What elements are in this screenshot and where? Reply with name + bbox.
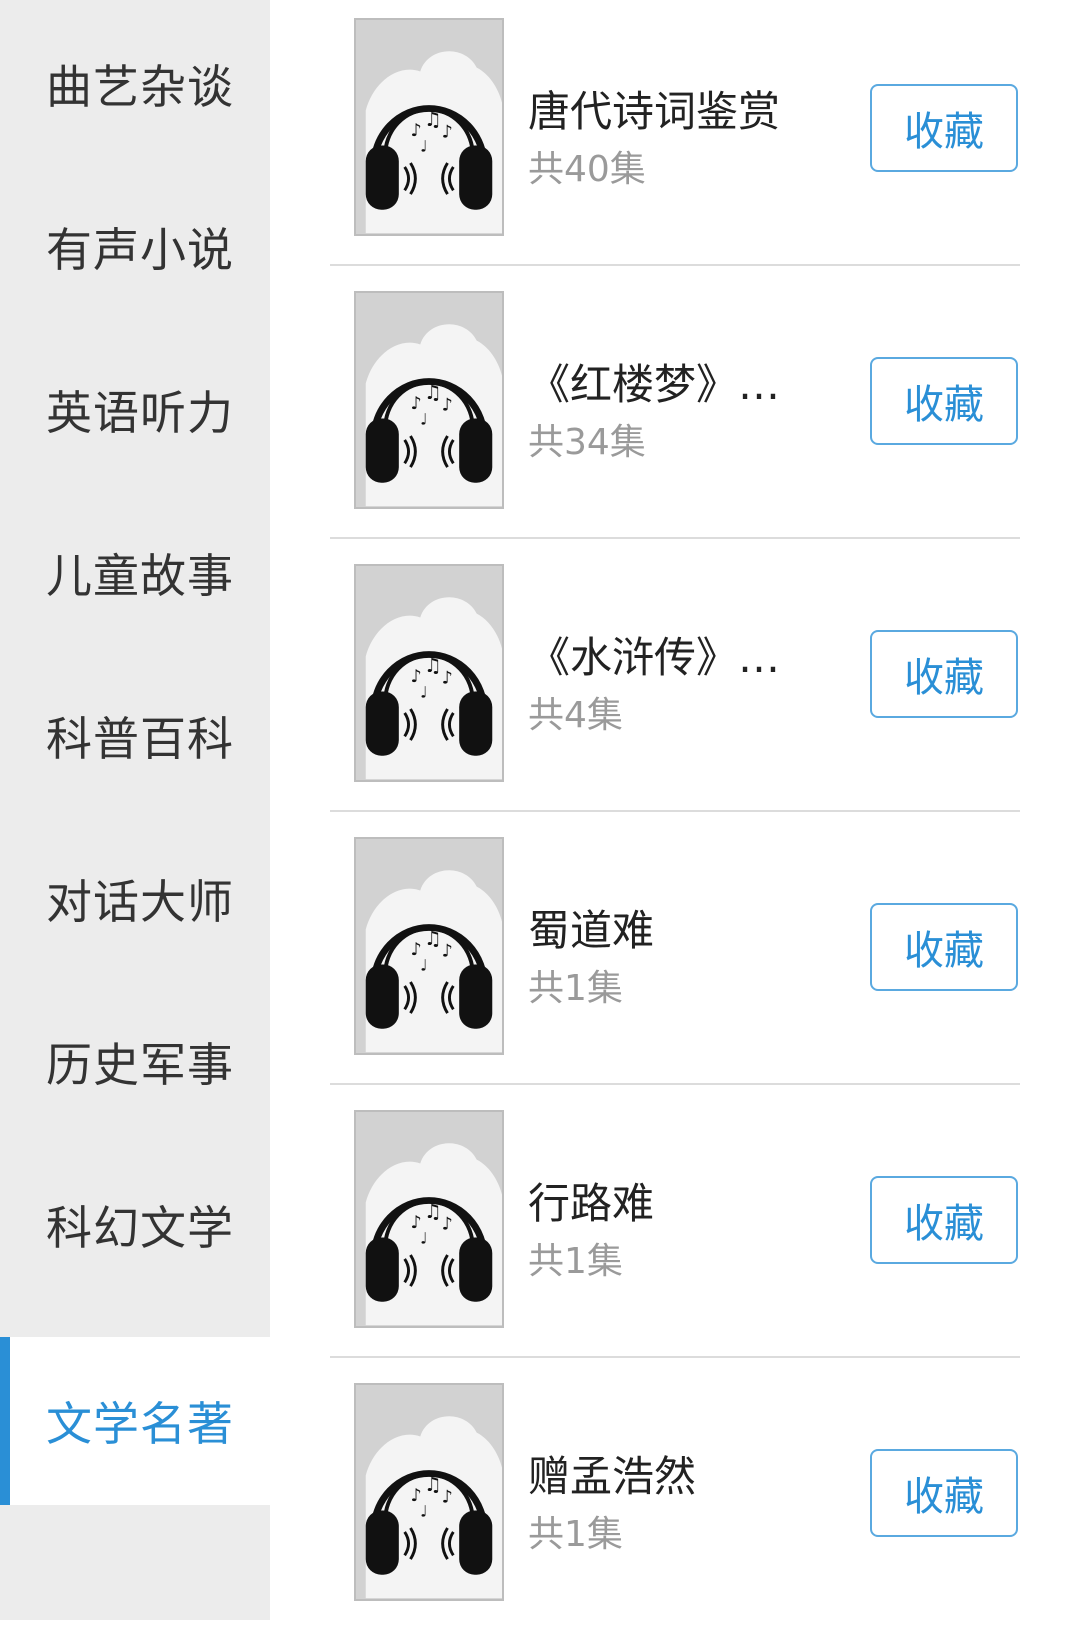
svg-text:♫: ♫ xyxy=(424,381,441,404)
sidebar-item-sci-fi[interactable]: 科幻文学 xyxy=(0,1141,270,1309)
list-item[interactable]: ♪ ♫ ♪ ♩ 唐代诗词鉴赏 共40集 收藏 xyxy=(270,0,1080,273)
album-cover[interactable]: ♪ ♫ ♪ ♩ xyxy=(354,291,504,509)
svg-text:♩: ♩ xyxy=(420,683,427,701)
episode-count: 共4集 xyxy=(528,695,623,736)
episode-count: 共40集 xyxy=(528,149,646,190)
sidebar-item-literature-classics[interactable]: 文学名著 xyxy=(0,1337,270,1505)
episode-count: 共1集 xyxy=(528,968,623,1009)
divider xyxy=(330,1356,1020,1358)
sidebar-item-quyi[interactable]: 曲艺杂谈 xyxy=(0,0,270,168)
album-title[interactable]: 蜀道难 xyxy=(528,897,828,958)
album-cover[interactable]: ♪ ♫ ♪ ♩ xyxy=(354,837,504,1055)
album-cover[interactable]: ♪ ♫ ♪ ♩ xyxy=(354,1110,504,1328)
list-item[interactable]: ♪ ♫ ♪ ♩ 《红楼梦》… 共34集 收藏 xyxy=(270,273,1080,546)
divider xyxy=(330,537,1020,539)
sidebar-item-science[interactable]: 科普百科 xyxy=(0,652,270,820)
headphones-music-icon: ♪ ♫ ♪ ♩ xyxy=(356,839,502,1053)
album-list: ♪ ♫ ♪ ♩ 唐代诗词鉴赏 共40集 收藏 ♪ ♫ ♪ ♩ 《红楼梦》… 共3… xyxy=(270,0,1080,1620)
svg-text:♩: ♩ xyxy=(420,410,427,428)
sidebar-item-audio-novel[interactable]: 有声小说 xyxy=(0,163,270,331)
sidebar-item-children-stories[interactable]: 儿童故事 xyxy=(0,489,270,657)
favorite-button[interactable]: 收藏 xyxy=(870,357,1018,445)
divider xyxy=(330,1083,1020,1085)
divider xyxy=(330,264,1020,266)
svg-text:♫: ♫ xyxy=(424,1200,441,1223)
svg-text:♪: ♪ xyxy=(442,396,453,416)
svg-text:♩: ♩ xyxy=(420,1229,427,1247)
album-cover[interactable]: ♪ ♫ ♪ ♩ xyxy=(354,18,504,236)
sidebar-item-dialogue-masters[interactable]: 对话大师 xyxy=(0,815,270,983)
album-title[interactable]: 唐代诗词鉴赏 xyxy=(528,78,828,139)
headphones-music-icon: ♪ ♫ ♪ ♩ xyxy=(356,566,502,780)
favorite-button[interactable]: 收藏 xyxy=(870,84,1018,172)
favorite-button[interactable]: 收藏 xyxy=(870,903,1018,991)
album-cover[interactable]: ♪ ♫ ♪ ♩ xyxy=(354,564,504,782)
headphones-music-icon: ♪ ♫ ♪ ♩ xyxy=(356,1112,502,1326)
svg-text:♩: ♩ xyxy=(420,956,427,974)
list-item[interactable]: ♪ ♫ ♪ ♩ 蜀道难 共1集 收藏 xyxy=(270,819,1080,1092)
headphones-music-icon: ♪ ♫ ♪ ♩ xyxy=(356,293,502,507)
svg-text:♪: ♪ xyxy=(442,1215,453,1235)
svg-text:♩: ♩ xyxy=(420,1502,427,1520)
favorite-button[interactable]: 收藏 xyxy=(870,1449,1018,1537)
album-title[interactable]: 赠孟浩然 xyxy=(528,1443,828,1504)
svg-text:♪: ♪ xyxy=(442,669,453,689)
svg-text:♫: ♫ xyxy=(424,927,441,950)
list-item[interactable]: ♪ ♫ ♪ ♩ 行路难 共1集 收藏 xyxy=(270,1092,1080,1365)
svg-text:♫: ♫ xyxy=(424,108,441,131)
divider xyxy=(330,810,1020,812)
episode-count: 共34集 xyxy=(528,422,646,463)
headphones-music-icon: ♪ ♫ ♪ ♩ xyxy=(356,1385,502,1599)
episode-count: 共1集 xyxy=(528,1514,623,1555)
svg-text:♫: ♫ xyxy=(424,1473,441,1496)
list-item[interactable]: ♪ ♫ ♪ ♩ 《水浒传》… 共4集 收藏 xyxy=(270,546,1080,819)
list-item[interactable]: ♪ ♫ ♪ ♩ 赠孟浩然 共1集 收藏 xyxy=(270,1365,1080,1638)
album-cover[interactable]: ♪ ♫ ♪ ♩ xyxy=(354,1383,504,1601)
category-sidebar: 曲艺杂谈 有声小说 英语听力 儿童故事 科普百科 对话大师 历史军事 科幻文学 … xyxy=(0,0,270,1620)
headphones-music-icon: ♪ ♫ ♪ ♩ xyxy=(356,20,502,234)
svg-text:♪: ♪ xyxy=(442,1488,453,1508)
favorite-button[interactable]: 收藏 xyxy=(870,630,1018,718)
svg-text:♩: ♩ xyxy=(420,137,427,155)
album-title[interactable]: 《红楼梦》… xyxy=(528,351,828,412)
svg-text:♫: ♫ xyxy=(424,654,441,677)
episode-count: 共1集 xyxy=(528,1241,623,1282)
svg-text:♪: ♪ xyxy=(442,942,453,962)
sidebar-item-history-military[interactable]: 历史军事 xyxy=(0,978,270,1146)
sidebar-item-english-listening[interactable]: 英语听力 xyxy=(0,326,270,494)
svg-text:♪: ♪ xyxy=(442,123,453,143)
album-title[interactable]: 行路难 xyxy=(528,1170,828,1231)
favorite-button[interactable]: 收藏 xyxy=(870,1176,1018,1264)
album-title[interactable]: 《水浒传》… xyxy=(528,624,828,685)
